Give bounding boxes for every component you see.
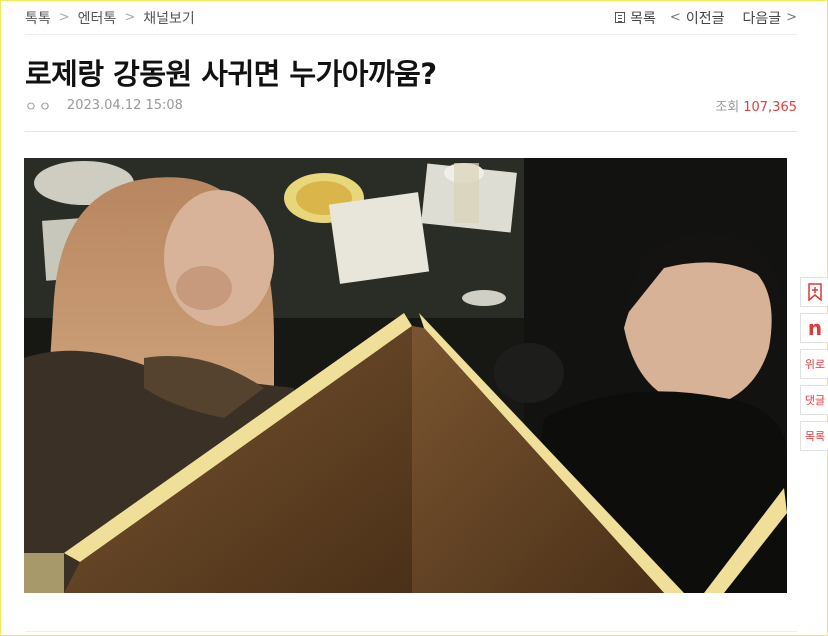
breadcrumb-item-channel[interactable]: 채널보기 [143,8,195,28]
top-nav-bar: 톡톡 > 엔터톡 > 채널보기 목록 < 이전글 다음글 > [25,1,797,35]
photo-illustration [24,158,787,593]
views-number: 107,365 [743,99,797,115]
views-label: 조회 [715,99,740,115]
prev-post-button[interactable]: < 이전글 [670,8,725,28]
prev-label: 이전글 [685,10,725,27]
comments-label: 댓글 [804,394,826,407]
side-list-label: 목록 [804,430,826,443]
post-navigation: 목록 < 이전글 다음글 > [601,8,797,28]
bookmark-plus-icon [808,283,822,301]
naver-share-button[interactable]: n [800,313,828,343]
up-label: 위로 [804,358,826,371]
breadcrumb-item-toktok[interactable]: 톡톡 [25,8,51,28]
list-label: 목록 [630,10,656,27]
author-name[interactable]: ㅇㅇ [25,96,53,115]
post-title: 로제랑 강동원 사귀면 누가아까움? [25,57,437,91]
divider [25,131,797,132]
breadcrumb: 톡톡 > 엔터톡 > 채널보기 [25,8,195,28]
post-photo [24,158,787,593]
bookmark-button[interactable] [800,277,828,307]
next-label: 다음글 [742,10,782,27]
comments-button[interactable]: 댓글 [800,385,828,415]
breadcrumb-item-entertok[interactable]: 엔터톡 [78,8,117,28]
side-list-button[interactable]: 목록 [800,421,828,451]
post-datetime: 2023.04.12 15:08 [66,97,183,113]
side-toolbar: n 위로 댓글 목록 [800,277,828,457]
view-count: 조회 107,365 [715,96,797,115]
chevron-right-icon: > [124,10,136,25]
chevron-right-icon: > [58,10,70,25]
list-button[interactable]: 목록 [615,8,656,28]
divider [25,631,797,632]
list-icon [615,12,626,23]
naver-label: n [807,316,823,340]
post-meta: ㅇㅇ 2023.04.12 15:08 조회 107,365 [25,95,797,115]
next-post-button[interactable]: 다음글 > [742,8,797,28]
scroll-top-button[interactable]: 위로 [800,349,828,379]
chevron-left-icon: < [669,10,681,25]
chevron-right-icon: > [786,10,797,25]
